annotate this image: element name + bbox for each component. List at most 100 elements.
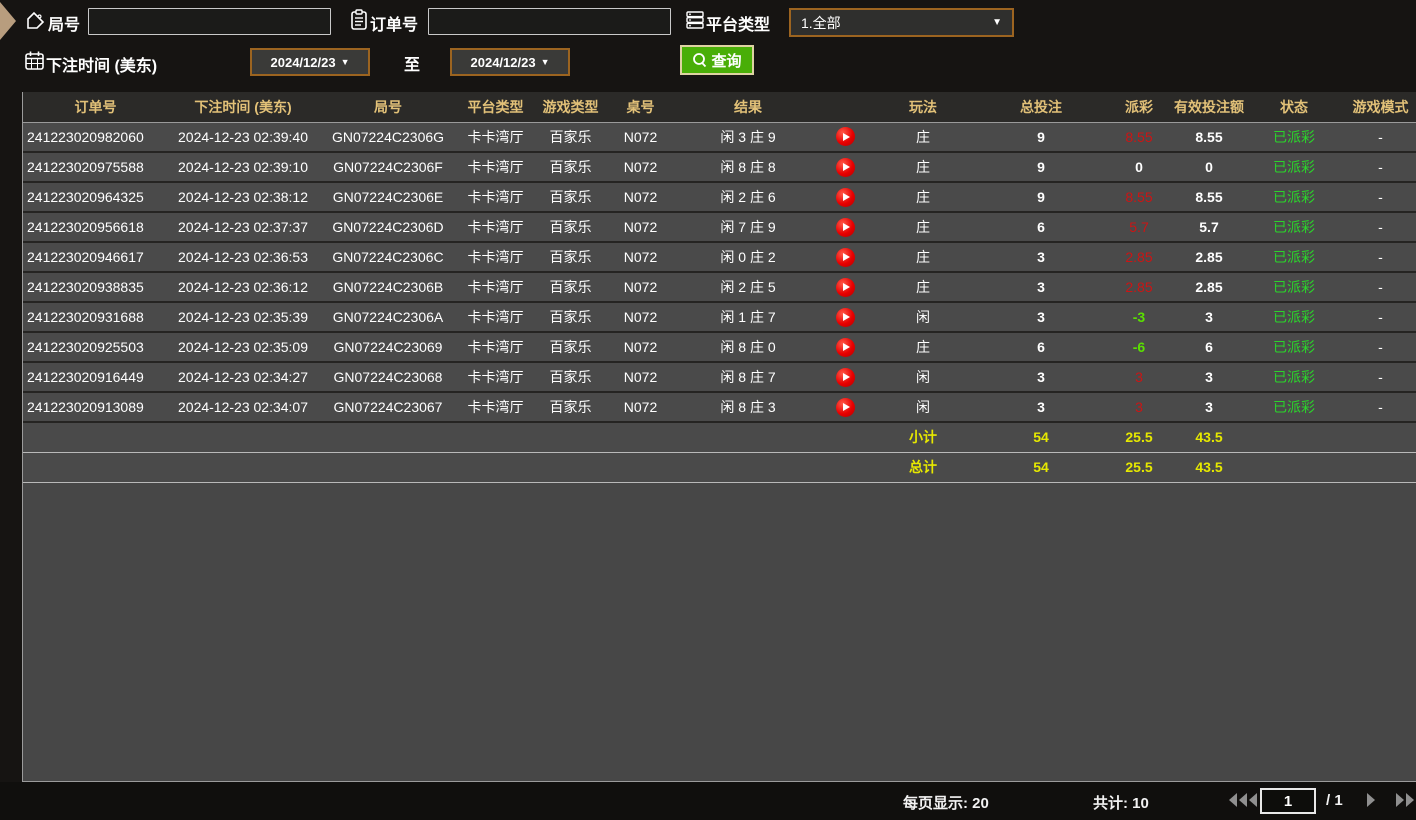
table-row: 241223020916449 2024-12-23 02:34:27 GN07… [23,361,1416,393]
status-badge: 已派彩 [1244,301,1344,333]
status-badge: 已派彩 [1244,122,1344,153]
total-payout: 25.5 [1104,451,1174,483]
order-no-input[interactable] [428,8,671,35]
date-to-value: 2024/12/23 [470,54,536,70]
table-row: 241223020938835 2024-12-23 02:36:12 GN07… [23,271,1416,303]
cell-valid-bet: 5.7 [1174,211,1244,243]
status-badge: 已派彩 [1244,151,1344,183]
cell-video [823,181,868,213]
cell-bet-time: 2024-12-23 02:37:37 [168,211,318,243]
cell-result: 闲 0 庄 2 [673,241,823,273]
cell-table-no: N072 [608,361,673,393]
cell-order-no: 241223020916449 [23,361,168,393]
chevron-down-icon: ▼ [992,17,1002,28]
cell-play-type: 庄 [868,122,978,153]
cell-total-bet: 9 [978,151,1104,183]
col-header-game: 游戏类型 [533,92,608,123]
last-page-button[interactable] [1395,793,1415,807]
cell-order-no: 241223020946617 [23,241,168,273]
orders-table: 订单号 下注时间 (美东) 局号 平台类型 游戏类型 桌号 结果 玩法 总投注 … [23,92,1416,483]
cell-payout: -3 [1104,301,1174,333]
cell-platform: 卡卡湾厅 [458,301,533,333]
play-video-icon[interactable] [836,367,855,387]
cell-game-mode: - [1344,361,1416,393]
play-video-icon[interactable] [836,397,855,417]
cell-game-mode: - [1344,241,1416,273]
cell-payout: 5.7 [1104,211,1174,243]
col-header-valid: 有效投注额 [1174,92,1244,123]
cell-video [823,331,868,363]
page-number-input[interactable] [1260,788,1316,814]
play-video-icon[interactable] [836,157,855,177]
game-no-input[interactable] [88,8,331,35]
total-count-label: 共计: 10 [1093,795,1149,812]
col-header-play: 玩法 [868,92,978,123]
cell-total-bet: 3 [978,391,1104,423]
status-badge: 已派彩 [1244,331,1344,363]
cell-game-type: 百家乐 [533,181,608,213]
cell-table-no: N072 [608,391,673,423]
first-page-button[interactable] [1228,793,1248,807]
cell-result: 闲 2 庄 6 [673,181,823,213]
status-badge: 已派彩 [1244,361,1344,393]
platform-type-select[interactable]: 1.全部 ▼ [789,8,1014,37]
col-header-round: 局号 [318,92,458,123]
cell-result: 闲 7 庄 9 [673,211,823,243]
cell-game-type: 百家乐 [533,301,608,333]
cell-round-no: GN07224C23067 [318,391,458,423]
cell-game-type: 百家乐 [533,122,608,153]
subtotal-row: 小计 54 25.5 43.5 [23,422,1416,453]
query-button[interactable]: 查询 [680,45,754,75]
status-badge: 已派彩 [1244,391,1344,423]
play-video-icon[interactable] [836,127,855,147]
cell-video [823,271,868,303]
subtotal-label: 小计 [868,422,978,453]
cell-order-no: 241223020975588 [23,151,168,183]
play-video-icon[interactable] [836,307,855,327]
cell-total-bet: 6 [978,331,1104,363]
cell-game-type: 百家乐 [533,211,608,243]
cell-round-no: GN07224C2306F [318,151,458,183]
cell-play-type: 闲 [868,301,978,333]
cell-result: 闲 2 庄 5 [673,271,823,303]
cell-payout: -6 [1104,331,1174,363]
cell-game-mode: - [1344,122,1416,153]
play-video-icon[interactable] [836,277,855,297]
per-page-label: 每页显示: 20 [903,795,989,812]
cell-game-type: 百家乐 [533,151,608,183]
chevron-down-icon: ▼ [540,57,550,67]
total-valid: 43.5 [1174,451,1244,483]
subtotal-valid: 43.5 [1174,422,1244,453]
cell-payout: 0 [1104,151,1174,183]
cell-play-type: 庄 [868,151,978,183]
cell-platform: 卡卡湾厅 [458,241,533,273]
prev-page-button[interactable] [1248,793,1258,807]
cell-order-no: 241223020982060 [23,122,168,153]
cell-total-bet: 3 [978,361,1104,393]
orders-table-panel: 订单号 下注时间 (美东) 局号 平台类型 游戏类型 桌号 结果 玩法 总投注 … [22,92,1416,782]
play-video-icon[interactable] [836,337,855,357]
cell-play-type: 闲 [868,361,978,393]
panel-collapse-arrow-icon[interactable] [0,2,16,40]
cell-table-no: N072 [608,181,673,213]
next-page-button[interactable] [1366,793,1376,807]
chevron-down-icon: ▼ [340,57,350,67]
date-from-picker[interactable]: 2024/12/23 ▼ [250,48,370,76]
cell-game-mode: - [1344,211,1416,243]
cell-platform: 卡卡湾厅 [458,331,533,363]
cell-bet-time: 2024-12-23 02:36:53 [168,241,318,273]
cell-video [823,361,868,393]
col-header-payout: 派彩 [1104,92,1174,123]
col-header-bet: 总投注 [978,92,1104,123]
play-video-icon[interactable] [836,187,855,207]
status-badge: 已派彩 [1244,211,1344,243]
play-video-icon[interactable] [836,247,855,267]
cell-game-type: 百家乐 [533,241,608,273]
cell-platform: 卡卡湾厅 [458,151,533,183]
play-video-icon[interactable] [836,217,855,237]
cell-bet-time: 2024-12-23 02:34:07 [168,391,318,423]
total-bet: 54 [978,451,1104,483]
platform-type-value: 1.全部 [801,14,841,31]
date-to-picker[interactable]: 2024/12/23 ▼ [450,48,570,76]
cell-game-type: 百家乐 [533,391,608,423]
